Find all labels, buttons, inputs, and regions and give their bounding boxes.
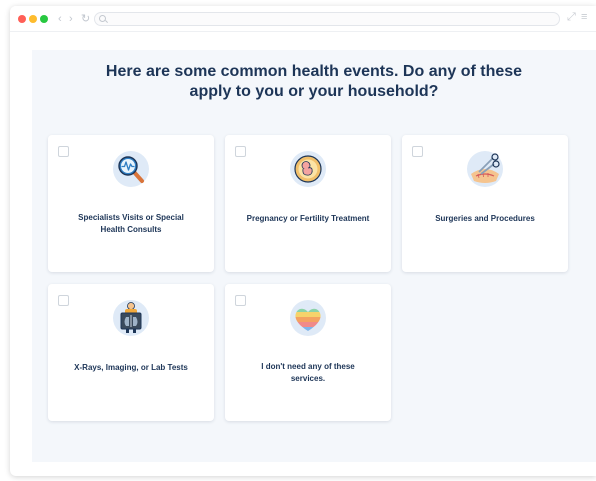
option-checkbox[interactable] xyxy=(235,295,246,306)
option-label: Pregnancy or Fertility Treatment xyxy=(246,214,370,223)
option-label: Specialists Visits or Special Health Con… xyxy=(78,213,184,234)
title-line-1: Here are some common health events. Do a… xyxy=(105,63,523,80)
option-label: X-Rays, Imaging, or Lab Tests xyxy=(74,363,188,372)
minimize-window-button[interactable] xyxy=(29,15,37,23)
address-bar[interactable] xyxy=(94,12,560,26)
option-label: Surgeries and Procedures xyxy=(435,214,535,223)
option-card-surgeries[interactable]: Surgeries and Procedures xyxy=(402,135,568,272)
back-icon[interactable]: ‹ xyxy=(58,12,62,26)
fetus-icon xyxy=(290,151,326,187)
option-checkbox[interactable] xyxy=(235,146,246,157)
maximize-window-button[interactable] xyxy=(40,15,48,23)
option-card-specialists[interactable]: Specialists Visits or Special Health Con… xyxy=(48,135,214,272)
magnifier-pulse-icon xyxy=(113,151,149,187)
page-title: Here are some common health events. Do a… xyxy=(32,62,596,102)
menu-icon[interactable]: ≡ xyxy=(581,11,587,23)
rainbow-heart-icon xyxy=(290,300,326,336)
reload-icon[interactable]: ↻ xyxy=(81,12,90,26)
option-checkbox[interactable] xyxy=(58,295,69,306)
browser-window: ‹ › ↻ ⤢ ≡ Here are some common health ev… xyxy=(10,6,596,476)
option-checkbox[interactable] xyxy=(58,146,69,157)
title-line-2: apply to you or your household? xyxy=(189,83,439,100)
option-card-pregnancy[interactable]: Pregnancy or Fertility Treatment xyxy=(225,135,391,272)
forward-icon[interactable]: › xyxy=(69,12,73,26)
option-label: I don't need any of these services. xyxy=(261,362,355,383)
option-card-none[interactable]: I don't need any of these services. xyxy=(225,284,391,421)
xray-icon xyxy=(113,300,149,336)
option-card-xrays[interactable]: X-Rays, Imaging, or Lab Tests xyxy=(48,284,214,421)
option-checkbox[interactable] xyxy=(412,146,423,157)
close-window-button[interactable] xyxy=(18,15,26,23)
browser-toolbar: ‹ › ↻ ⤢ ≡ xyxy=(10,6,596,32)
scissors-incision-icon xyxy=(467,151,503,187)
search-icon xyxy=(99,15,106,22)
health-events-panel: Here are some common health events. Do a… xyxy=(32,50,596,462)
expand-icon[interactable]: ⤢ xyxy=(567,11,576,24)
